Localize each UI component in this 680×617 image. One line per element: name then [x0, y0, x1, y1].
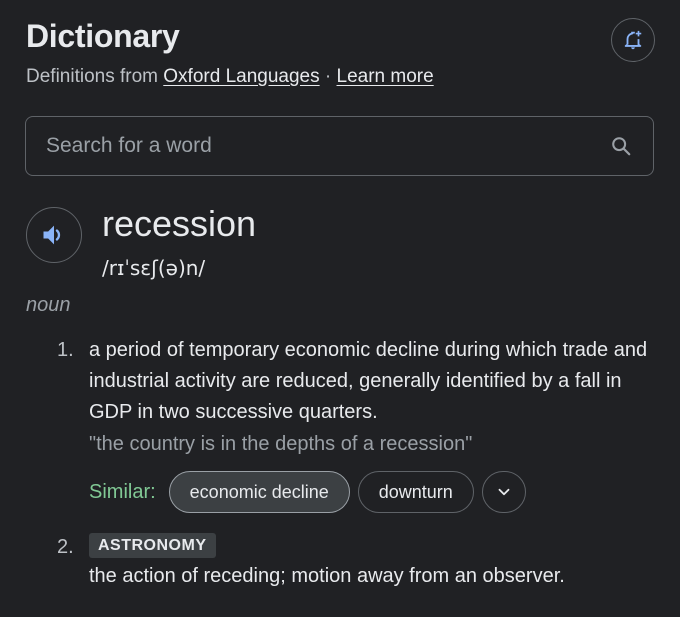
definition-text: the action of receding; motion away from… — [89, 565, 565, 587]
subtitle-prefix: Definitions from — [26, 66, 158, 87]
headword: recession — [102, 203, 257, 244]
separator: · — [324, 66, 332, 87]
search-icon[interactable] — [609, 134, 633, 158]
subject-tag: ASTRONOMY — [89, 533, 216, 558]
dictionary-card: Dictionary Definitions from Oxford Langu… — [0, 0, 680, 617]
definition-example: "the country is in the depths of a reces… — [89, 433, 473, 455]
phonetic-spelling: /rɪˈsɛʃ(ə)n/ — [102, 256, 206, 280]
search-input[interactable] — [46, 134, 609, 158]
learn-more-link[interactable]: Learn more — [337, 66, 434, 87]
chevron-down-icon — [498, 488, 510, 496]
add-alert-icon — [624, 30, 642, 50]
volume-icon — [43, 225, 61, 245]
definition-number: 1. — [57, 339, 74, 361]
page-title: Dictionary — [26, 18, 180, 54]
source-line: Definitions from Oxford Languages · Lear… — [26, 66, 434, 88]
similar-label: Similar: — [89, 480, 156, 503]
oxford-languages-link[interactable]: Oxford Languages — [163, 66, 319, 87]
similar-chip-economic-decline[interactable]: economic decline — [168, 471, 350, 513]
definition-number: 2. — [57, 536, 74, 558]
search-box[interactable] — [25, 116, 654, 176]
similar-chip-downturn[interactable]: downturn — [357, 471, 474, 513]
similar-words-row: Similar: economic decline downturn — [89, 471, 526, 513]
definition-text: a period of temporary economic decline d… — [89, 339, 648, 423]
add-alert-button[interactable] — [611, 18, 655, 62]
part-of-speech: noun — [26, 294, 71, 316]
expand-similar-button[interactable] — [481, 471, 526, 513]
pronunciation-button[interactable] — [26, 207, 82, 263]
